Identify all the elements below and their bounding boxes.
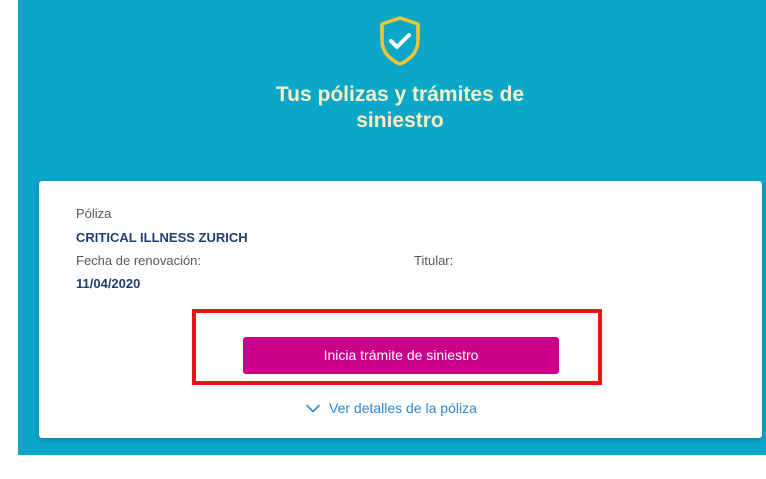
renewal-date-label: Fecha de renovación: [76, 253, 202, 268]
shield-check-icon [373, 14, 427, 68]
policy-label: Póliza [76, 206, 112, 221]
chevron-down-icon [306, 404, 320, 412]
page: Tus pólizas y trámites de siniestro Póli… [0, 0, 766, 479]
start-claim-button[interactable]: Inicia trámite de siniestro [243, 337, 559, 374]
holder-label: Titular: [414, 253, 454, 268]
page-title-line-2: siniestro [356, 109, 444, 132]
page-title: Tus pólizas y trámites de siniestro [250, 82, 550, 134]
view-policy-details-label: Ver detalles de la póliza [329, 400, 477, 416]
policy-name: CRITICAL ILLNESS ZURICH [76, 230, 248, 245]
view-policy-details-link[interactable]: Ver detalles de la póliza [306, 400, 477, 416]
page-title-line-1: Tus pólizas y trámites de [275, 83, 525, 106]
renewal-date-value: 11/04/2020 [76, 276, 141, 291]
